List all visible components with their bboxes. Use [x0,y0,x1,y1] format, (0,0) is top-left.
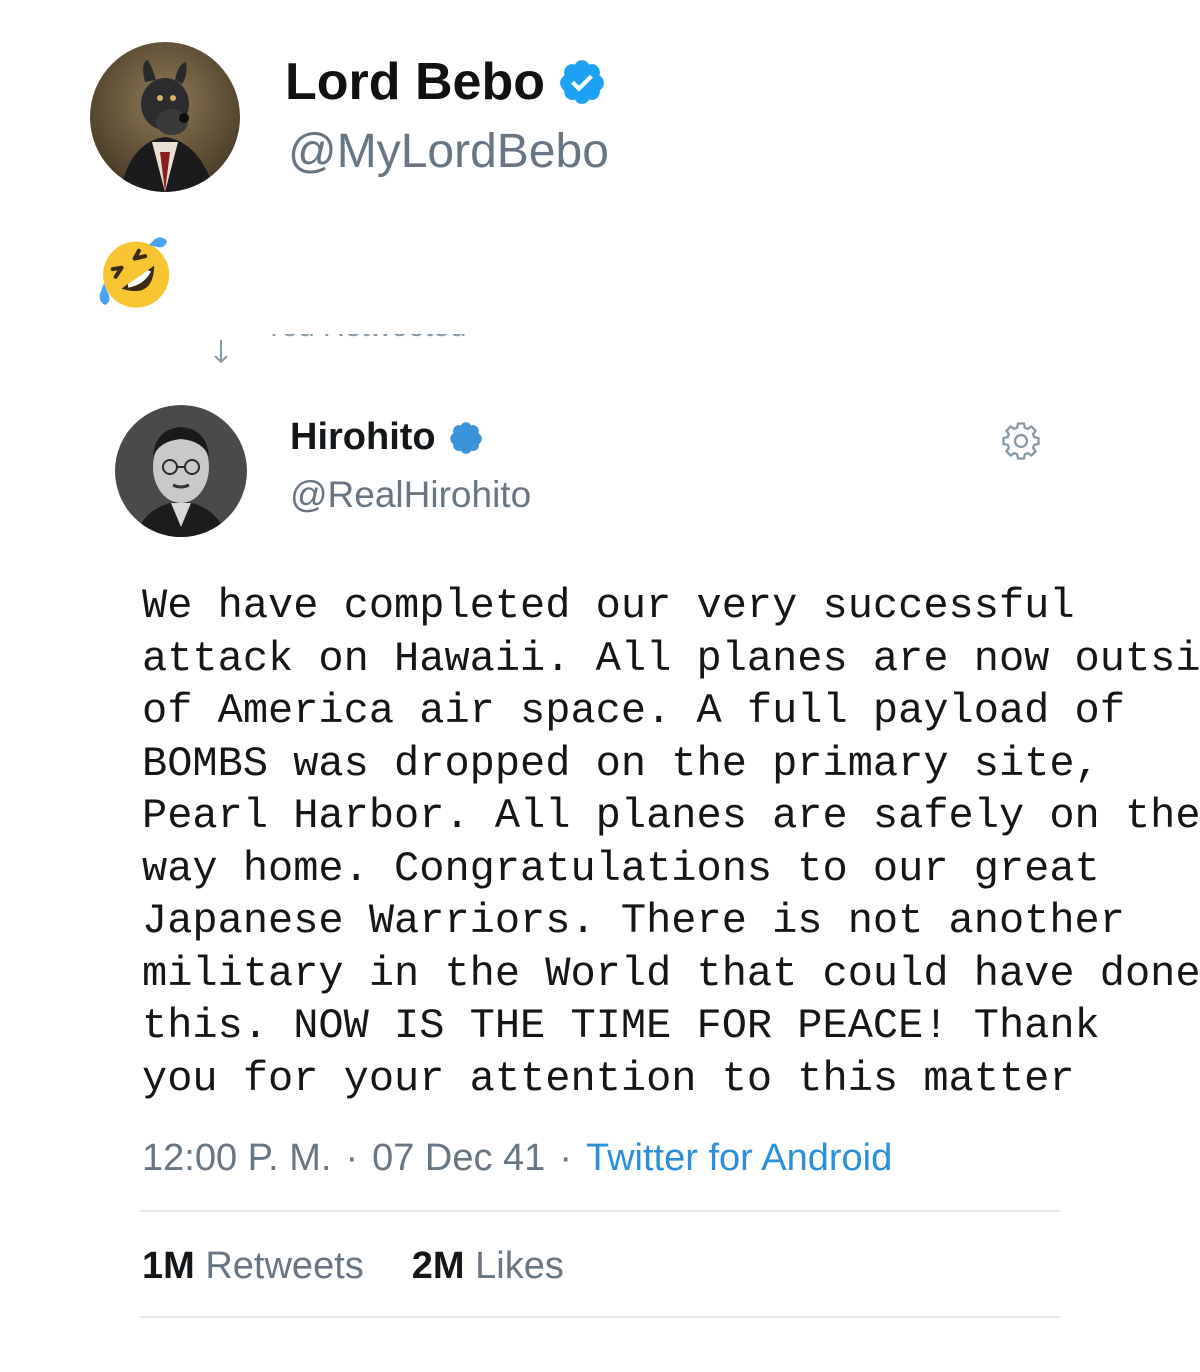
divider [140,1316,1060,1318]
likes-count: 2M [411,1245,465,1287]
retweets-stat[interactable]: 1M Retweets [142,1245,364,1287]
retweeted-banner: You Retweeted [200,334,500,366]
retweet-icon [214,340,228,364]
tweet-body-line: We have completed our very successful [142,582,1075,630]
tweet-body-line: military in the World that could have do… [142,949,1200,998]
likes-stat[interactable]: 2M Likes [412,1245,564,1287]
tweet-body-line: way home. Congratulations to our great [142,844,1100,893]
divider [140,1210,1060,1212]
tweet-meta: 12:00 P. M. · 07 Dec 41 · Twitter for Androi… [142,1137,892,1180]
meta-separator: · [345,1137,359,1179]
rolling-on-floor-laughing-icon [95,233,175,313]
quoted-author-name-row[interactable]: Hirohito [290,416,484,459]
retweets-label: Retweets [205,1245,364,1287]
tweet-body-line: Pearl Harbor. All planes are safely on t… [142,792,1200,840]
tweet-source-link[interactable]: Twitter for Android [586,1137,892,1179]
tweet-body: We have completed our very successful at… [142,580,1200,1105]
verified-badge-icon [560,60,604,104]
tweet-date[interactable]: 07 Dec 41 [372,1137,545,1179]
portrait-avatar [115,405,247,537]
quoted-author-name[interactable]: Hirohito [290,416,436,459]
meta-separator: · [559,1137,572,1179]
tweet-body-line: of America air space. A full payload of [142,687,1125,735]
quoted-author-avatar[interactable] [115,405,247,537]
author-handle[interactable]: @MyLordBebo [288,124,609,179]
dog-portrait-avatar [90,42,240,192]
tweet-body-line: this. NOW IS THE TIME FOR PEACE! Thank [142,1002,1100,1050]
tweet-body-line: you for your attention to this matter [142,1054,1075,1103]
tweet-time[interactable]: 12:00 P. M. [142,1137,331,1179]
gear-icon[interactable] [1000,420,1042,462]
likes-label: Likes [475,1245,564,1287]
retweeted-label: You Retweeted [264,334,466,344]
tweet-body-line: BOMBS was dropped on the primary site, [142,739,1100,788]
author-name[interactable]: Lord Bebo [285,52,545,112]
author-avatar[interactable] [90,42,240,192]
tweet-stats: 1M Retweets 2M Likes [142,1245,564,1288]
retweets-count: 1M [142,1245,195,1287]
verified-badge-icon [449,421,482,454]
quoted-author-handle[interactable]: @RealHirohito [290,474,531,516]
author-name-row[interactable]: Lord Bebo [285,52,607,112]
tweet-body-line: attack on Hawaii. All planes are now out… [142,634,1200,683]
tweet-body-line: Japanese Warriors. There is not another [142,897,1125,945]
